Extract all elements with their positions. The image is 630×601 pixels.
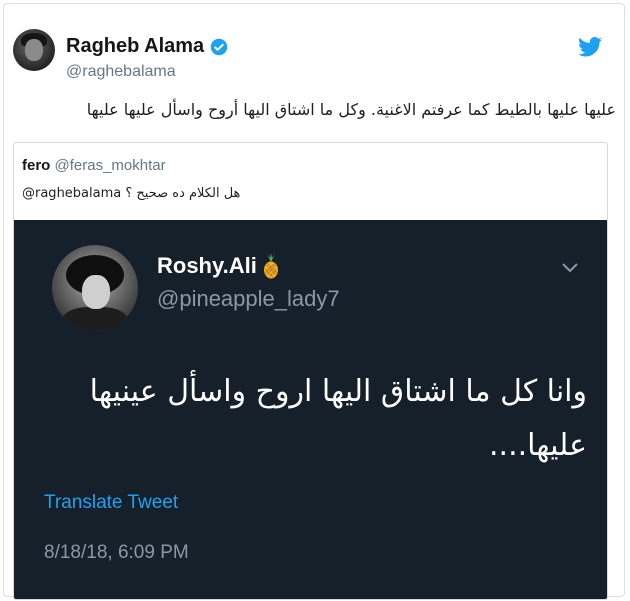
tweet-card: Ragheb Alama @raghebalama عليها عليها با… — [3, 3, 625, 600]
screenshot-author-name: Roshy.Ali — [157, 253, 257, 278]
screenshot-author-handle: @pineapple_lady7 — [157, 286, 340, 311]
screenshot-avatar-body — [62, 307, 128, 331]
author-handle[interactable]: @raghebalama — [66, 63, 176, 81]
screenshot-avatar — [52, 245, 138, 331]
twitter-bird-icon[interactable] — [578, 37, 602, 57]
tweet-text: عليها عليها بالطيط كما عرفتم الاغنية. وك… — [86, 100, 616, 119]
translate-tweet-link: Translate Tweet — [44, 492, 179, 513]
pineapple-icon — [263, 253, 278, 279]
verified-badge-icon — [210, 38, 228, 55]
quoted-tweet[interactable]: fero @feras_mokhtar @raghebalama هل الكل… — [13, 142, 608, 600]
quoted-tweet-header[interactable]: fero @feras_mokhtar — [22, 157, 166, 174]
quoted-tweet-text: @raghebalama هل الكلام ده صحيح ؟ — [22, 186, 241, 201]
screenshot-avatar-face — [82, 275, 110, 309]
screenshot-tweet-text: وانا كل ما اشتاق اليها اروح واسأل عينيها… — [89, 374, 587, 463]
embedded-screenshot: Roshy.Ali @pineapple_lady7 وانا كل ما اش… — [14, 220, 607, 599]
screenshot-name-row: Roshy.Ali — [157, 253, 281, 279]
chevron-down-icon — [562, 263, 578, 273]
quoted-author-name[interactable]: fero — [22, 157, 50, 174]
avatar-face — [25, 39, 43, 61]
author-avatar[interactable] — [13, 29, 55, 71]
author-name-row[interactable]: Ragheb Alama — [66, 35, 228, 58]
author-name[interactable]: Ragheb Alama — [66, 35, 204, 58]
screenshot-timestamp: 8/18/18, 6:09 PM — [44, 542, 189, 563]
quoted-author-handle[interactable]: @feras_mokhtar — [55, 157, 166, 174]
